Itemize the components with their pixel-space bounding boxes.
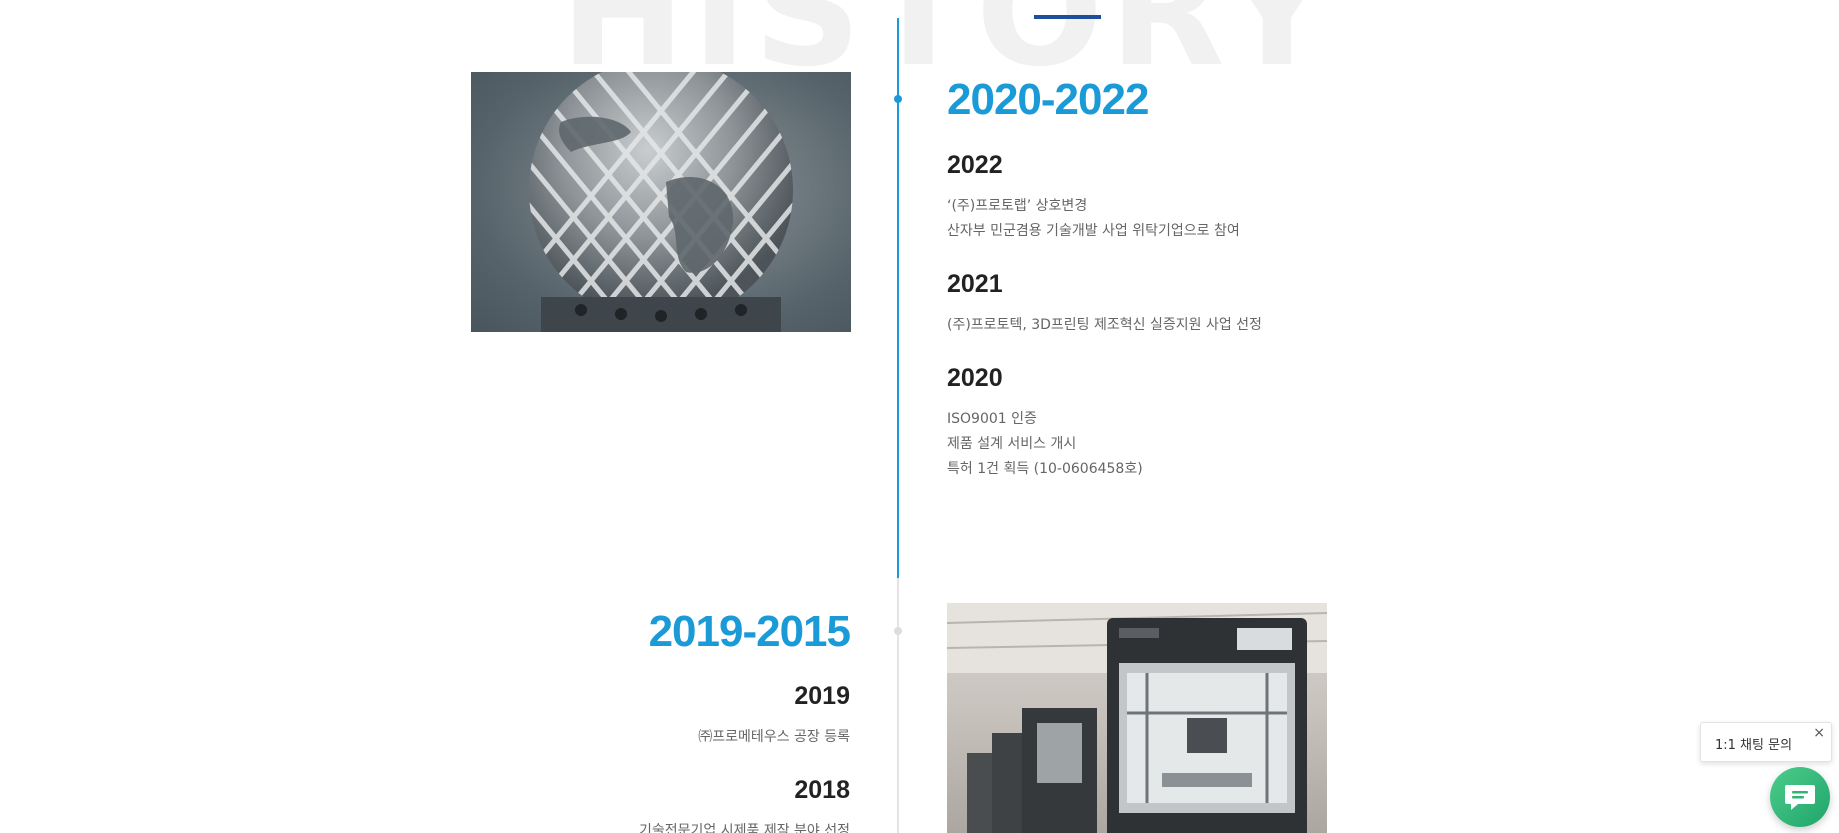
chat-inquiry-bubble[interactable]: 1:1 채팅 문의 ×	[1700, 722, 1832, 762]
history-line: 산자부 민군겸용 기술개발 사업 위탁기업으로 참여	[947, 223, 1240, 239]
history-page: HISTORY 2020-2022 2022 ‘(주)프로토랩’ 상호변경 산자…	[0, 0, 1839, 833]
history-line: 기술전문기업 시제품 제작 분야 선정	[639, 823, 850, 833]
history-line: ㈜프로메테우스 공장 등록	[698, 729, 850, 745]
history-line: 특허 1건 획득 (10-0606458호)	[947, 461, 1143, 477]
history-line: 제품 설계 서비스 개시	[947, 436, 1077, 452]
year-2022-description: ‘(주)프로토랩’ 상호변경 산자부 민군겸용 기술개발 사업 위탁기업으로 참…	[947, 194, 1240, 244]
year-2018: 2018	[794, 776, 850, 804]
timeline-dot-inactive	[894, 627, 902, 635]
year-2020: 2020	[947, 364, 1003, 392]
close-icon[interactable]: ×	[1813, 725, 1825, 741]
timeline-dot-active	[894, 95, 902, 103]
metal-3d-printed-globe-image	[471, 72, 851, 332]
year-2019: 2019	[794, 682, 850, 710]
chat-icon	[1785, 785, 1815, 810]
history-line: ISO9001 인증	[947, 411, 1037, 427]
chat-launch-button[interactable]	[1770, 767, 1830, 827]
section-accent-bar	[1034, 15, 1101, 19]
year-2020-description: ISO9001 인증 제품 설계 서비스 개시 특허 1건 획득 (10-060…	[947, 407, 1143, 482]
year-2021-description: (주)프로토텍, 3D프린팅 제조혁신 실증지원 사업 선정	[947, 313, 1262, 338]
3d-printer-lineup-image	[947, 603, 1327, 833]
period-title-2020-2022: 2020-2022	[947, 75, 1149, 124]
chat-inquiry-label: 1:1 채팅 문의	[1715, 738, 1793, 753]
year-2018-description: 기술전문기업 시제품 제작 분야 선정	[639, 819, 850, 833]
history-line: (주)프로토텍, 3D프린팅 제조혁신 실증지원 사업 선정	[947, 317, 1262, 333]
timeline-line-inactive	[897, 578, 899, 833]
year-2021: 2021	[947, 270, 1003, 298]
year-2019-description: ㈜프로메테우스 공장 등록	[698, 725, 850, 750]
period-title-2019-2015: 2019-2015	[648, 607, 851, 656]
year-2022: 2022	[947, 151, 1003, 179]
history-line: ‘(주)프로토랩’ 상호변경	[947, 198, 1088, 214]
